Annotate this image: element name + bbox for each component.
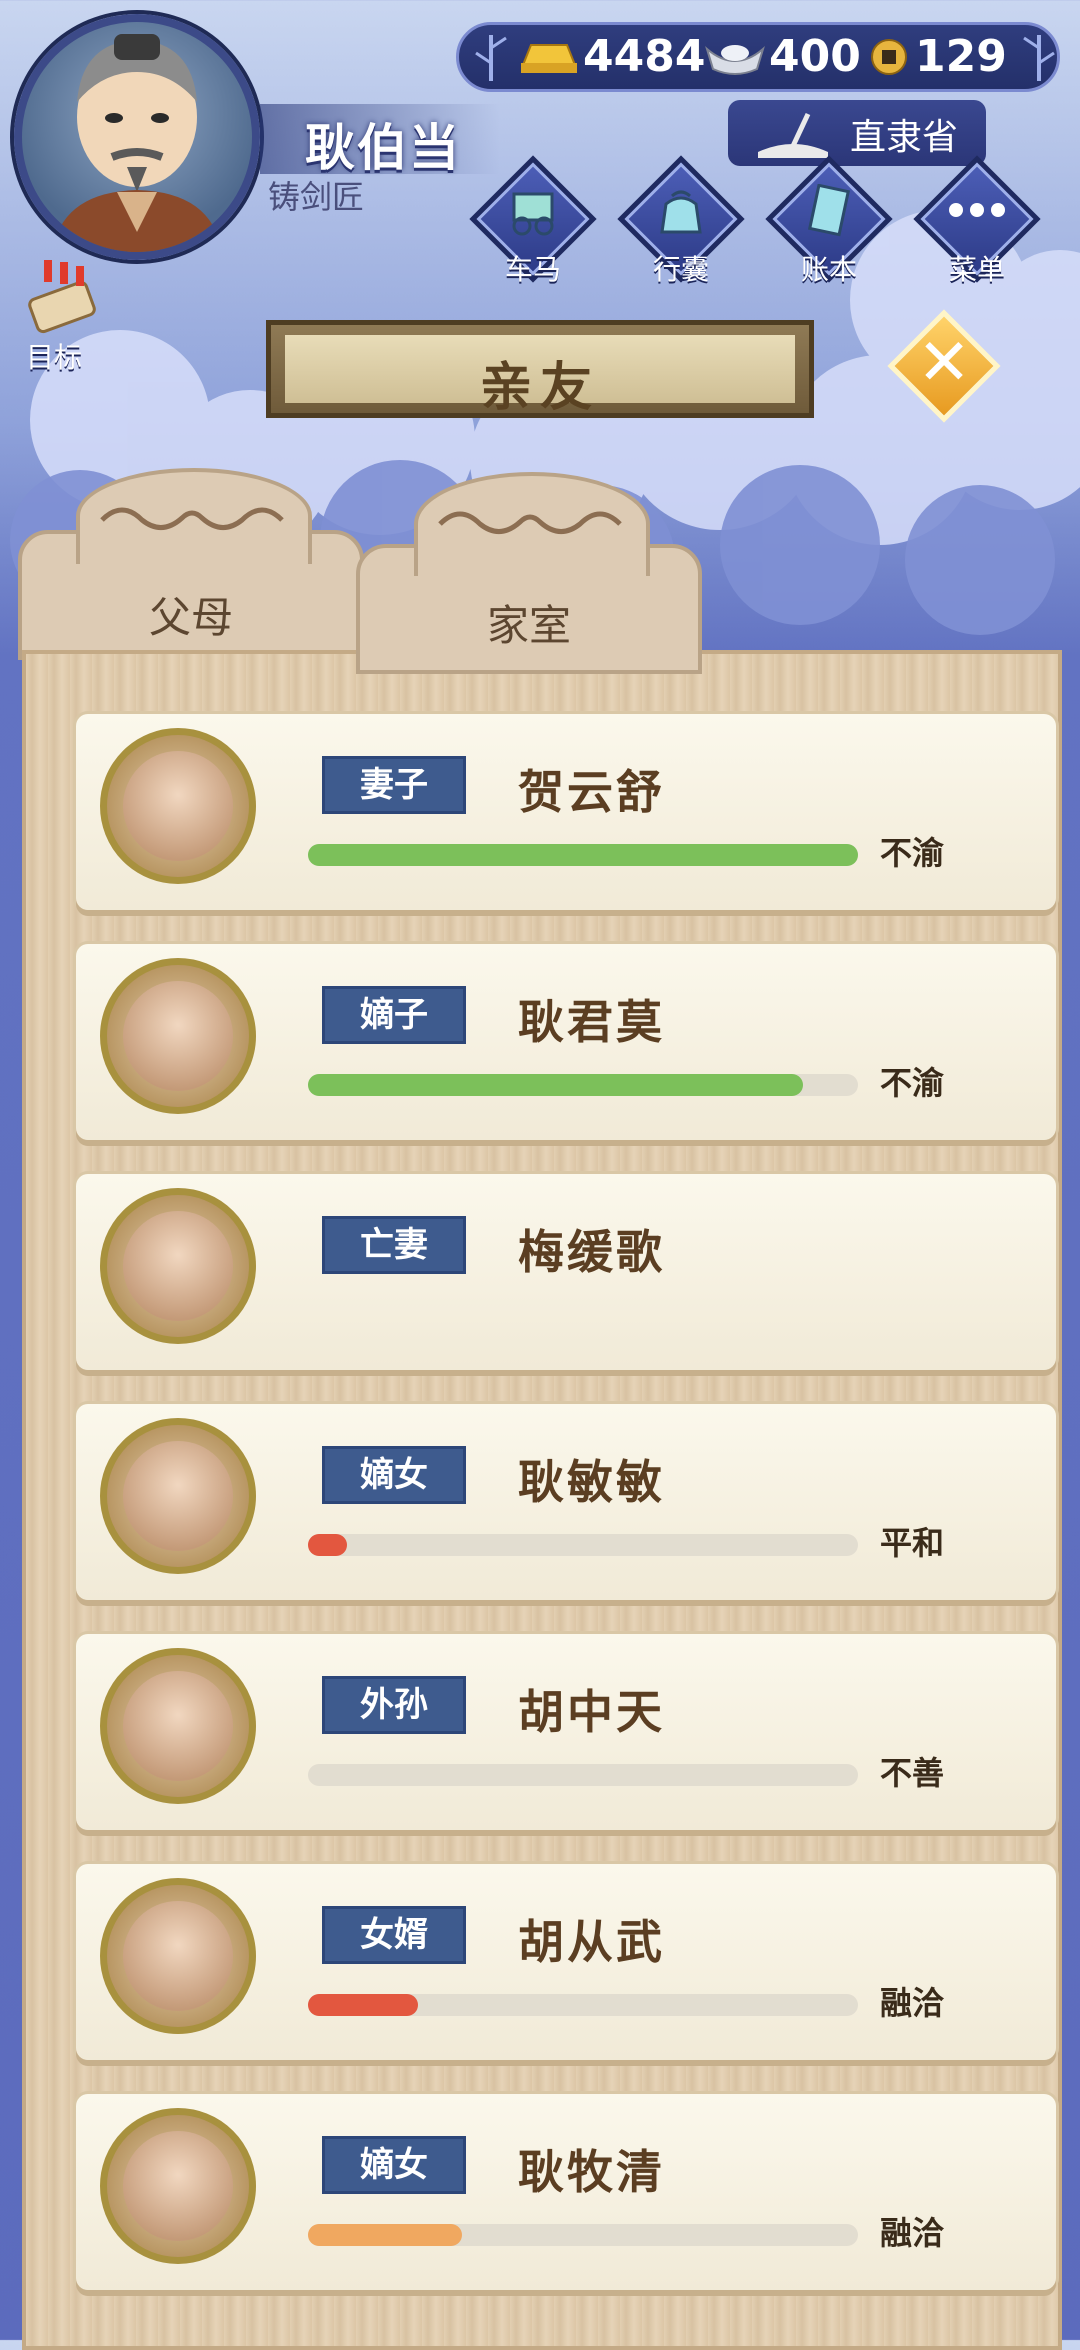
- member-relation-badge: 嫡女: [322, 1446, 466, 1504]
- nav-carriage-button[interactable]: 车马: [469, 155, 597, 286]
- relationship-bar: [308, 1764, 858, 1786]
- member-avatar[interactable]: [100, 728, 256, 884]
- member-mood: 不渝: [880, 1064, 945, 1102]
- member-portrait-icon: [123, 1211, 233, 1321]
- member-avatar[interactable]: [100, 958, 256, 1114]
- member-name: 耿敏敏: [518, 1455, 665, 1509]
- family-member-row[interactable]: 女婿 胡从武融洽: [76, 1864, 1056, 2060]
- close-icon[interactable]: ✕: [904, 318, 984, 408]
- region-name[interactable]: 直隶省: [850, 108, 958, 160]
- tab-parents-label: 父母: [148, 593, 233, 642]
- family-member-row[interactable]: 亡妻 梅缓歌: [76, 1174, 1056, 1370]
- bag-icon: [660, 190, 702, 234]
- player-title: 铸剑匠: [268, 178, 365, 216]
- copper-coin-icon: [871, 39, 907, 75]
- member-avatar[interactable]: [100, 1418, 256, 1574]
- member-avatar[interactable]: [100, 1188, 256, 1344]
- member-portrait-icon: [123, 1901, 233, 2011]
- relationship-bar-fill: [308, 1534, 347, 1556]
- family-list-panel: 妻子 贺云舒 不渝 嫡子 耿君莫 不渝 亡妻 梅缓歌 嫡女 耿敏敏 平和 外孙 胡中天 不善 女婿 胡从武 融洽…: [22, 650, 1062, 2350]
- nav-menu-button[interactable]: 菜单: [913, 155, 1041, 286]
- tab-family-label: 家室: [486, 601, 571, 650]
- member-mood: 平和: [880, 1524, 945, 1562]
- relationship-bar-fill: [308, 1994, 418, 2016]
- relationship-bar-fill: [308, 2224, 462, 2246]
- nav-menu-label: 菜单: [948, 253, 1005, 286]
- member-mood: 不渝: [880, 834, 945, 872]
- relationship-bar-fill: [308, 1074, 803, 1096]
- member-avatar[interactable]: [100, 1648, 256, 1804]
- header-banner: 亲友: [266, 320, 814, 418]
- member-mood: 不善: [880, 1754, 945, 1792]
- member-mood: 融洽: [880, 2214, 945, 2252]
- silver-amount: 400: [769, 31, 861, 82]
- member-name: 胡从武: [518, 1915, 665, 1969]
- relationship-bar: [308, 844, 858, 866]
- member-relation-badge: 亡妻: [322, 1216, 466, 1274]
- gold-ingot-icon: [521, 44, 577, 73]
- ledger-icon: [807, 184, 851, 237]
- member-name: 耿君莫: [518, 995, 665, 1049]
- family-member-row[interactable]: 妻子 贺云舒不渝: [76, 714, 1056, 910]
- member-relation-badge: 嫡女: [322, 2136, 466, 2194]
- cloud-ornament-icon: [100, 507, 284, 530]
- relationship-bar: [308, 1994, 858, 2016]
- silver-ingot-icon: [705, 45, 765, 75]
- tab-family[interactable]: 家室: [356, 472, 702, 674]
- player-avatar[interactable]: [14, 14, 260, 260]
- goal-label[interactable]: 目标: [26, 336, 82, 376]
- currency-bar: 4484 400 129: [456, 22, 1060, 92]
- bamboo-icon-right: [1023, 35, 1055, 81]
- bamboo-icon: [475, 35, 507, 81]
- member-portrait-icon: [123, 751, 233, 861]
- relationship-bar: [308, 1534, 858, 1556]
- nav-bag-label: 行囊: [652, 253, 709, 286]
- member-relation-badge: 嫡子: [322, 986, 466, 1044]
- family-member-row[interactable]: 嫡女 耿牧清融洽: [76, 2094, 1056, 2290]
- member-portrait-icon: [123, 981, 233, 1091]
- gold-amount: 4484: [583, 31, 706, 82]
- member-relation-badge: 妻子: [322, 756, 466, 814]
- member-avatar[interactable]: [100, 1878, 256, 2034]
- family-member-row[interactable]: 外孙 胡中天不善: [76, 1634, 1056, 1830]
- member-portrait-icon: [123, 2131, 233, 2241]
- nav-ledger-label: 账本: [800, 253, 857, 286]
- member-name: 耿牧清: [518, 2145, 665, 2199]
- member-name: 贺云舒: [518, 765, 665, 819]
- member-relation-badge: 女婿: [322, 1906, 466, 1964]
- relationship-bar: [308, 1074, 858, 1096]
- scroll-icon: [28, 260, 96, 334]
- family-member-row[interactable]: 嫡女 耿敏敏平和: [76, 1404, 1056, 1600]
- member-mood: 融洽: [880, 1984, 945, 2022]
- relationship-bar: [308, 2224, 858, 2246]
- member-name: 梅缓歌: [518, 1225, 665, 1279]
- member-relation-badge: 外孙: [322, 1676, 466, 1734]
- family-member-row[interactable]: 嫡子 耿君莫不渝: [76, 944, 1056, 1140]
- nav-bag-button[interactable]: 行囊: [617, 155, 745, 286]
- member-name: 胡中天: [518, 1685, 665, 1739]
- nav-ledger-button[interactable]: 账本: [765, 155, 893, 286]
- carriage-icon: [512, 192, 554, 236]
- relationship-bar-fill: [308, 844, 858, 866]
- player-portrait-icon: [52, 34, 222, 252]
- region-emblem-icon: [758, 112, 828, 158]
- coin-amount: 129: [915, 31, 1007, 82]
- cloud-ornament-icon: [438, 511, 622, 534]
- tab-parents[interactable]: 父母: [18, 468, 364, 660]
- player-name: 耿伯当: [305, 119, 461, 177]
- panel-title: 亲友: [479, 358, 600, 418]
- menu-icon: [949, 203, 1005, 217]
- member-portrait-icon: [123, 1671, 233, 1781]
- nav-carriage-label: 车马: [504, 253, 561, 286]
- member-avatar[interactable]: [100, 2108, 256, 2264]
- member-portrait-icon: [123, 1441, 233, 1551]
